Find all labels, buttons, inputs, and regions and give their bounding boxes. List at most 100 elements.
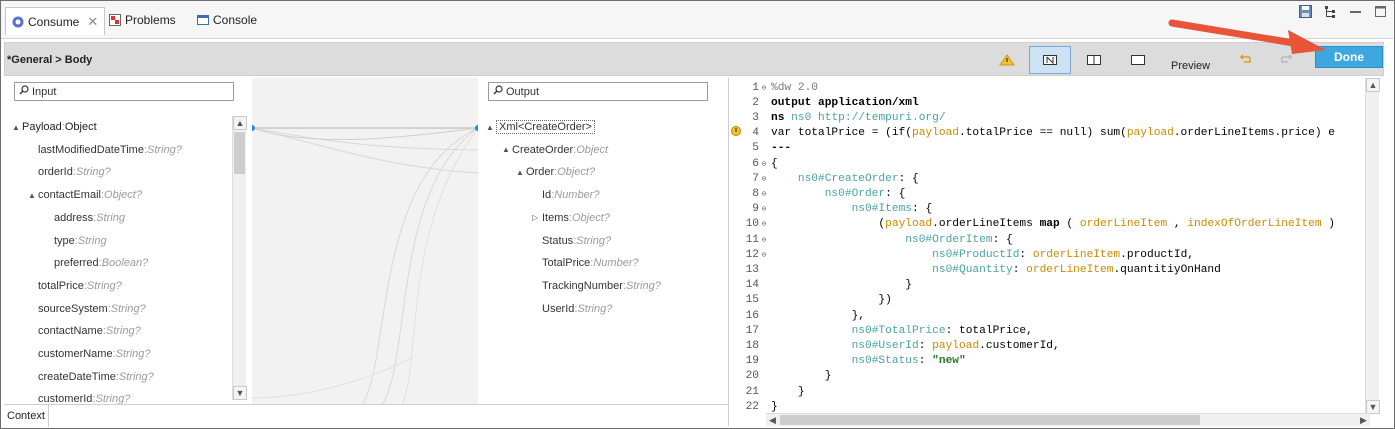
input-scrollbar[interactable]: ▲ ▼ bbox=[232, 116, 247, 400]
fold-toggle-icon[interactable]: ⊖ bbox=[759, 174, 769, 184]
input-tree-item[interactable]: ▲ Payload : Object bbox=[12, 118, 97, 136]
input-tree-item[interactable]: createDateTime : String? bbox=[28, 368, 154, 386]
input-tree-item[interactable]: address : String bbox=[44, 209, 125, 227]
output-tree-item[interactable]: ▲ Order : Object? bbox=[516, 163, 595, 181]
code-line[interactable]: 5 --- bbox=[729, 141, 1384, 156]
line-number: 12 bbox=[745, 248, 759, 261]
output-tree-item[interactable]: Id : Number? bbox=[532, 186, 600, 204]
code-line[interactable]: 15 }) bbox=[729, 293, 1384, 308]
editor-horizontal-scrollbar[interactable]: ◀ ▶ bbox=[766, 413, 1370, 426]
code-line[interactable]: 4 var totalPrice = (if(payload.totalPrice… bbox=[729, 126, 1384, 141]
scroll-thumb[interactable] bbox=[780, 415, 1200, 425]
expand-toggle-icon[interactable]: ▲ bbox=[516, 168, 526, 177]
code-line[interactable]: 12 ⊖ ns0#ProductId: orderLineItem.product… bbox=[729, 247, 1384, 262]
input-tree-item[interactable]: preferred : Boolean? bbox=[44, 254, 148, 272]
warning-icon[interactable] bbox=[997, 46, 1017, 74]
dataweave-editor[interactable]: 1 ⊖ %dw 2.0 2 output application/xml 3 ns ns0 … bbox=[728, 78, 1384, 426]
expand-toggle-icon[interactable]: ▲ bbox=[486, 123, 496, 132]
scroll-down-icon[interactable]: ▼ bbox=[1366, 400, 1380, 414]
scroll-up-icon[interactable]: ▲ bbox=[1366, 78, 1380, 92]
code-line[interactable]: 21 } bbox=[729, 384, 1384, 399]
tab-console[interactable]: Console bbox=[197, 7, 257, 33]
code-line[interactable]: 18 ns0#UserId: payload.customerId, bbox=[729, 338, 1384, 353]
input-tree-item[interactable]: customerName : String? bbox=[28, 345, 151, 363]
code-line[interactable]: 3 ns ns0 http://tempuri.org/ bbox=[729, 110, 1384, 125]
expand-toggle-icon[interactable]: ▲ bbox=[28, 191, 38, 200]
tree-icon[interactable] bbox=[1324, 5, 1337, 21]
code-line[interactable]: 20 } bbox=[729, 369, 1384, 384]
maximize-icon[interactable] bbox=[1374, 5, 1387, 21]
scroll-up-icon[interactable]: ▲ bbox=[233, 116, 247, 130]
code-line[interactable]: 2 output application/xml bbox=[729, 95, 1384, 110]
input-tree-item[interactable]: sourceSystem : String? bbox=[28, 300, 146, 318]
context-field[interactable] bbox=[48, 405, 728, 427]
minimize-icon[interactable] bbox=[1349, 5, 1362, 21]
source-view-button[interactable] bbox=[1117, 46, 1159, 74]
line-number: 18 bbox=[745, 339, 759, 352]
fold-toggle-icon[interactable]: ⊖ bbox=[759, 204, 769, 214]
code-token: orderLineItem bbox=[1032, 248, 1121, 261]
input-tree-item[interactable]: orderId : String? bbox=[28, 163, 111, 181]
input-item-name: totalPrice bbox=[38, 279, 84, 292]
code-line[interactable]: 16 }, bbox=[729, 308, 1384, 323]
fold-toggle-icon[interactable]: ⊖ bbox=[759, 83, 769, 93]
code-line[interactable]: 19 ns0#Status: "new" bbox=[729, 354, 1384, 369]
input-tree-item[interactable]: contactName : String? bbox=[28, 322, 141, 340]
tab-console-label: Console bbox=[213, 13, 258, 27]
done-button[interactable]: Done bbox=[1315, 46, 1383, 68]
scroll-right-icon[interactable]: ▶ bbox=[1357, 414, 1370, 426]
code-token: ( bbox=[1059, 218, 1080, 231]
line-number: 15 bbox=[745, 294, 759, 307]
code-line[interactable]: 14 } bbox=[729, 278, 1384, 293]
expand-toggle-icon[interactable]: ▲ bbox=[12, 123, 22, 132]
editor-scrollbar[interactable]: ▲ ▼ bbox=[1365, 78, 1380, 414]
redo-icon[interactable] bbox=[1277, 46, 1299, 74]
scroll-thumb[interactable] bbox=[234, 132, 245, 174]
code-line[interactable]: 1 ⊖ %dw 2.0 bbox=[729, 80, 1384, 95]
output-tree-item[interactable]: TrackingNumber : String? bbox=[532, 277, 661, 295]
code-token: ) bbox=[1321, 218, 1336, 231]
fold-toggle-icon[interactable]: ⊖ bbox=[759, 235, 769, 245]
code-line[interactable]: 8 ⊖ ns0#Order: { bbox=[729, 186, 1384, 201]
fold-toggle-icon[interactable]: ⊖ bbox=[759, 159, 769, 169]
fold-toggle-icon[interactable]: ⊖ bbox=[759, 250, 769, 260]
output-item-name: TotalPrice bbox=[542, 257, 591, 270]
undo-icon[interactable] bbox=[1233, 46, 1255, 74]
output-tree-item[interactable]: UserId : String? bbox=[532, 300, 612, 318]
fold-toggle-icon[interactable]: ⊖ bbox=[759, 219, 769, 229]
fold-toggle-icon[interactable]: ⊖ bbox=[759, 189, 769, 199]
graphics-view-button[interactable] bbox=[1029, 46, 1071, 74]
tab-problems[interactable]: Problems bbox=[109, 7, 176, 33]
split-view-button[interactable] bbox=[1073, 46, 1115, 74]
line-number: 14 bbox=[745, 279, 759, 292]
save-icon[interactable] bbox=[1299, 5, 1312, 21]
input-tree-item[interactable]: ▲ contactEmail : Object? bbox=[28, 186, 142, 204]
code-line[interactable]: 22} bbox=[729, 399, 1384, 414]
scroll-left-icon[interactable]: ◀ bbox=[766, 414, 779, 426]
scroll-down-icon[interactable]: ▼ bbox=[233, 386, 247, 400]
code-line[interactable]: 13 ns0#Quantity: orderLineItem.quantitiy… bbox=[729, 262, 1384, 277]
expand-toggle-icon[interactable]: ▲ bbox=[502, 145, 512, 154]
input-search-field[interactable]: Input bbox=[14, 82, 234, 101]
code-line[interactable]: 10 ⊖ (payload.orderLineItems map ( orderL… bbox=[729, 217, 1384, 232]
input-tree-item[interactable]: lastModifiedDateTime : String? bbox=[28, 141, 182, 159]
code-token: .customerId, bbox=[979, 339, 1060, 352]
output-tree-item[interactable]: ▲ Xml<CreateOrder> bbox=[486, 118, 595, 136]
tab-consume[interactable]: Consume ✕ bbox=[5, 7, 106, 35]
output-tree-item[interactable]: ▷ Items : Object? bbox=[532, 209, 610, 227]
close-icon[interactable]: ✕ bbox=[87, 14, 98, 30]
code-line[interactable]: 9 ⊖ ns0#Items: { bbox=[729, 202, 1384, 217]
expand-toggle-icon[interactable]: ▷ bbox=[532, 213, 542, 222]
input-tree-item[interactable]: totalPrice : String? bbox=[28, 277, 122, 295]
code-line[interactable]: 6 ⊖{ bbox=[729, 156, 1384, 171]
code-line[interactable]: 7 ⊖ ns0#CreateOrder: { bbox=[729, 171, 1384, 186]
output-search-field[interactable]: Output bbox=[488, 82, 708, 101]
output-tree-item[interactable]: Status : String? bbox=[532, 232, 611, 250]
output-tree-item[interactable]: ▲ CreateOrder : Object bbox=[502, 141, 608, 159]
input-tree-item[interactable]: type : String bbox=[44, 232, 107, 250]
code-line[interactable]: 17 ns0#TotalPrice: totalPrice, bbox=[729, 323, 1384, 338]
code-line[interactable]: 11 ⊖ ns0#OrderItem: { bbox=[729, 232, 1384, 247]
preview-label[interactable]: Preview bbox=[1171, 60, 1210, 72]
output-tree-item[interactable]: TotalPrice : Number? bbox=[532, 254, 639, 272]
